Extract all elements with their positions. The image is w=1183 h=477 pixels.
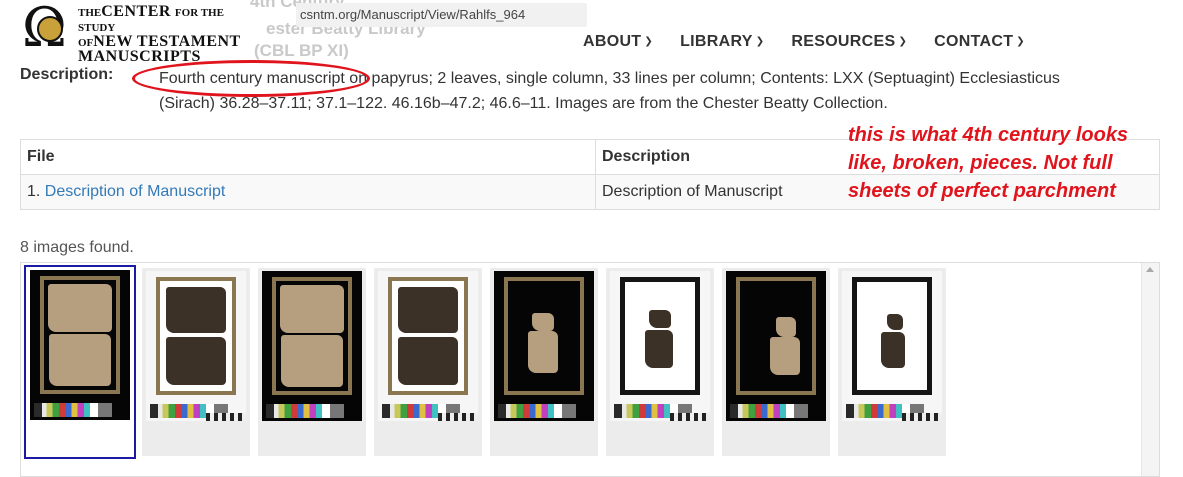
nav-about-label: ABOUT <box>583 33 642 50</box>
color-calibration-bar <box>266 404 344 418</box>
leaf-shape <box>532 313 554 331</box>
logo-the: THE <box>78 7 102 19</box>
frame-shape <box>272 277 352 395</box>
nav-library[interactable]: LIBRARY ❯ <box>680 33 764 53</box>
nav-resources[interactable]: RESOURCES ❯ <box>791 33 907 53</box>
gallery-thumbnail-4[interactable] <box>374 268 482 456</box>
ruler-scale <box>902 413 942 421</box>
nav-about[interactable]: ABOUT ❯ <box>583 33 653 53</box>
leaf-shape <box>398 287 458 333</box>
leaf-shape <box>887 314 903 330</box>
leaf-shape <box>166 337 226 385</box>
ruler-scale <box>438 413 478 421</box>
nav-library-label: LIBRARY <box>680 33 753 50</box>
leaf-shape <box>398 337 458 385</box>
leaf-shape <box>649 310 671 328</box>
manuscript-photo <box>378 271 478 421</box>
gallery-thumbnail-8[interactable] <box>838 268 946 456</box>
frame-shape <box>504 277 584 395</box>
manuscript-photo <box>30 270 130 420</box>
leaf-shape <box>770 337 800 375</box>
ghost-number-text: (CBL BP XI) <box>254 41 349 60</box>
red-annotation-text: this is what 4th century looks like, bro… <box>848 124 1129 202</box>
gallery-thumbnail-1[interactable] <box>24 265 136 459</box>
leaf-shape <box>280 285 344 333</box>
chevron-down-icon: ❯ <box>898 36 908 47</box>
frame-shape <box>736 277 816 395</box>
chevron-down-icon: ❯ <box>644 36 654 47</box>
manuscript-photo <box>494 271 594 421</box>
file-column-header: File <box>20 139 596 175</box>
manuscript-photo <box>726 271 826 421</box>
logo-wordmark: THECENTER FOR THE STUDY OFNEW TESTAMENT … <box>78 3 252 65</box>
nav-contact[interactable]: CONTACT ❯ <box>934 33 1025 53</box>
file-link[interactable]: Description of Manuscript <box>45 183 226 200</box>
ruler-scale <box>670 413 710 421</box>
scroll-up-arrow-icon[interactable] <box>1146 267 1154 272</box>
leaf-shape <box>48 284 112 332</box>
color-calibration-bar <box>34 403 112 417</box>
leaf-shape <box>645 330 673 368</box>
leaf-shape <box>281 335 343 387</box>
main-nav: ABOUT ❯ LIBRARY ❯ RESOURCES ❯ CONTACT ❯ <box>583 33 1052 53</box>
leaf-shape <box>49 334 111 386</box>
leaf-shape <box>776 317 796 337</box>
frame-shape <box>620 277 700 395</box>
logo-seal-icon <box>37 16 63 42</box>
leaf-shape <box>881 332 905 368</box>
url-display: csntm.org/Manuscript/View/Rahlfs_964 <box>296 3 587 27</box>
leaf-shape <box>528 331 558 373</box>
chevron-down-icon: ❯ <box>755 36 765 47</box>
gallery-thumbnail-7[interactable] <box>722 268 830 456</box>
csntm-logo[interactable]: Ω THECENTER FOR THE STUDY OFNEW TESTAMEN… <box>22 1 252 65</box>
gallery-thumbnail-5[interactable] <box>490 268 598 456</box>
color-calibration-bar <box>730 404 808 418</box>
frame-shape <box>156 277 236 395</box>
images-found-count: 8 images found. <box>20 239 134 256</box>
manuscript-photo <box>842 271 942 421</box>
manuscript-photo <box>610 271 710 421</box>
file-cell: 1. Description of Manuscript <box>20 174 596 210</box>
nav-resources-label: RESOURCES <box>791 33 896 50</box>
gallery-thumbnail-6[interactable] <box>606 268 714 456</box>
chevron-down-icon: ❯ <box>1016 36 1025 47</box>
gallery-scrollbar[interactable] <box>1141 263 1159 476</box>
frame-shape <box>388 277 468 395</box>
frame-shape <box>852 277 932 395</box>
row-index: 1. <box>27 183 41 200</box>
red-circle-annotation <box>132 60 370 97</box>
frame-shape <box>40 276 120 394</box>
manuscript-photo <box>146 271 246 421</box>
gallery-thumbnail-3[interactable] <box>258 268 366 456</box>
description-label: Description: <box>20 66 114 83</box>
manuscript-photo <box>262 271 362 421</box>
leaf-shape <box>166 287 226 333</box>
logo-center: CENTER <box>101 3 171 20</box>
color-calibration-bar <box>498 404 576 418</box>
nav-contact-label: CONTACT <box>934 33 1014 50</box>
ruler-scale <box>206 413 246 421</box>
gallery-thumbnail-2[interactable] <box>142 268 250 456</box>
image-gallery <box>20 262 1160 477</box>
